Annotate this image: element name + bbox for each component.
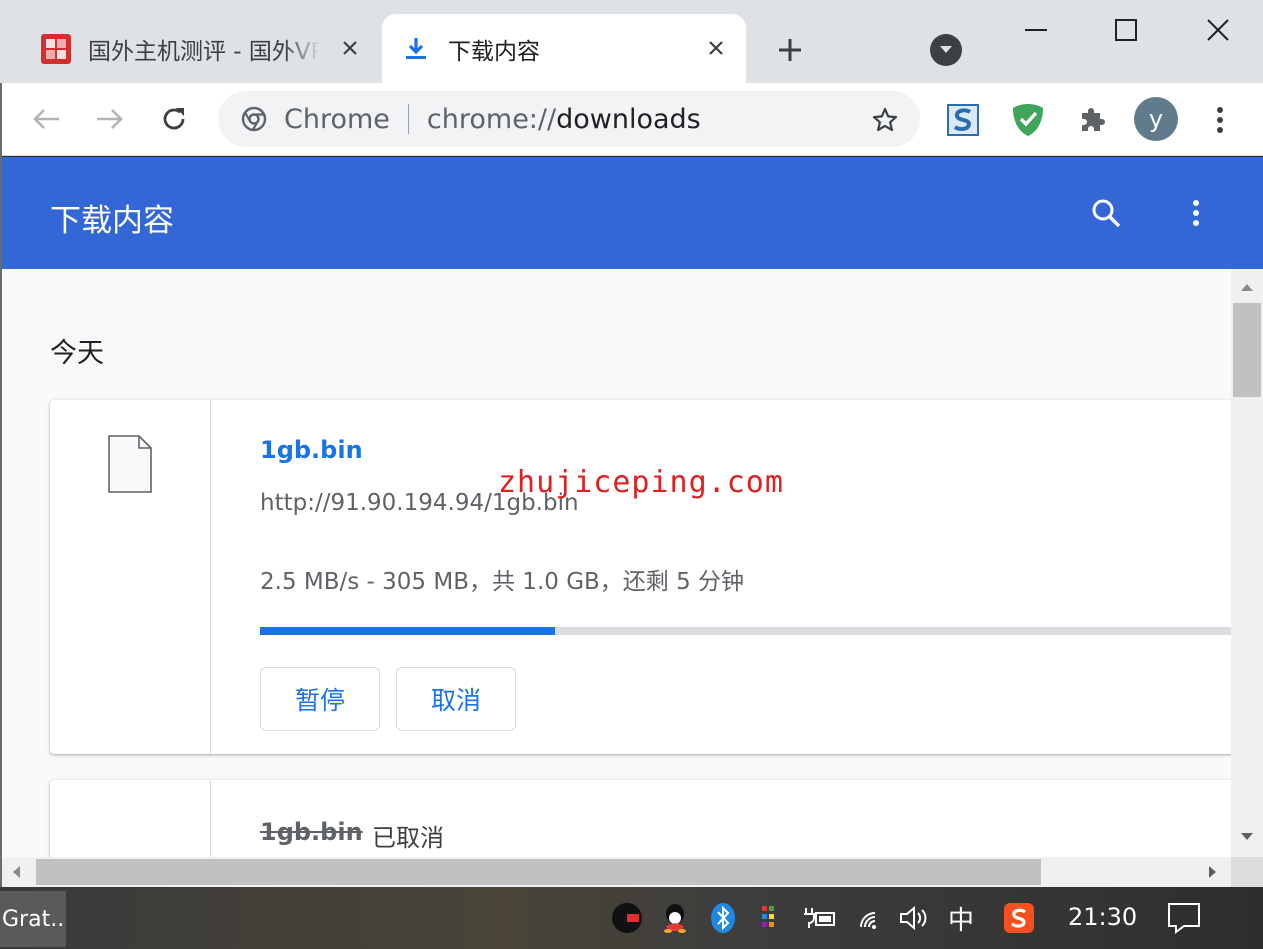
download-icon	[400, 33, 432, 65]
browser-toolbar: Chrome chrome://downloads y	[0, 83, 1263, 156]
omnibox-chip: Chrome	[284, 103, 390, 135]
download-item-canceled: 1gb.bin 已取消	[50, 780, 1231, 857]
back-arrow-icon[interactable]	[28, 101, 64, 137]
taskbar-clock[interactable]: 21:30	[1068, 903, 1137, 931]
downloads-header: 下载内容	[2, 157, 1263, 269]
adguard-shield-icon[interactable]	[1009, 101, 1047, 139]
scroll-left-arrow-icon[interactable]	[8, 864, 24, 880]
browser-menu-kebab-icon[interactable]	[1201, 101, 1239, 139]
bookmark-star-icon[interactable]	[870, 105, 900, 135]
horizontal-scroll-thumb[interactable]	[36, 859, 1041, 885]
download-progress-bar	[260, 627, 1231, 635]
watermark-text: zhujiceping.com	[498, 465, 784, 500]
maximize-icon[interactable]	[1106, 10, 1146, 50]
file-name-canceled: 1gb.bin	[260, 818, 363, 846]
downloads-list: 今天 1gb.bin http://91.90.194.94/1gb.bin 2…	[2, 269, 1231, 857]
tray-ime-indicator[interactable]: 中	[944, 901, 978, 936]
download-item: 1gb.bin http://91.90.194.94/1gb.bin 2.5 …	[50, 400, 1231, 857]
file-name-link[interactable]: 1gb.bin	[260, 436, 363, 464]
tray-bluetooth-icon[interactable]	[706, 901, 740, 935]
tray-sogou-icon[interactable]	[1002, 901, 1036, 935]
notification-center-icon[interactable]	[1166, 901, 1206, 937]
omnibox[interactable]: Chrome chrome://downloads	[218, 91, 920, 147]
new-tab-plus-icon[interactable]	[772, 32, 808, 68]
taskbar-app-button[interactable]: Grat...	[0, 891, 66, 947]
tray-volume-icon[interactable]	[896, 901, 930, 935]
tab-search-chevron-icon[interactable]	[930, 34, 962, 66]
horizontal-scrollbar[interactable]	[2, 857, 1231, 887]
tab-zhujiceping[interactable]: 国外主机测评 - 国外VPS	[22, 14, 380, 83]
tab-close-icon[interactable]	[338, 36, 362, 60]
file-icon	[106, 434, 154, 494]
scroll-right-arrow-icon[interactable]	[1205, 864, 1221, 880]
tray-wifi-icon[interactable]	[856, 901, 890, 935]
tray-power-plug-icon[interactable]	[802, 901, 836, 935]
download-status: 2.5 MB/s - 305 MB，共 1.0 GB，还剩 5 分钟	[260, 569, 745, 595]
profile-avatar[interactable]: y	[1134, 97, 1178, 141]
tray-color-grid-icon[interactable]	[754, 901, 788, 935]
forward-arrow-icon[interactable]	[92, 101, 128, 137]
taskbar: Grat... 中 21:30	[0, 887, 1263, 949]
vertical-scrollbar[interactable]	[1231, 269, 1263, 857]
tab-title: 国外主机测评 - 国外VPS	[88, 38, 320, 65]
progress-fill	[260, 627, 556, 635]
card-divider	[210, 780, 211, 857]
url-path: downloads	[556, 103, 701, 135]
tab-downloads[interactable]: 下载内容	[382, 14, 746, 83]
download-status-canceled: 已取消	[372, 824, 444, 852]
window-close-icon[interactable]	[1198, 10, 1238, 50]
tray-qq-icon[interactable]	[658, 901, 692, 935]
scrollbar-corner	[1231, 857, 1263, 887]
tray-zhuji-icon[interactable]	[610, 901, 644, 935]
scroll-up-arrow-icon[interactable]	[1239, 279, 1255, 295]
date-group-heading: 今天	[50, 338, 104, 369]
pause-button[interactable]: 暂停	[260, 667, 380, 731]
card-divider	[210, 400, 211, 754]
extension-s-icon[interactable]	[944, 101, 982, 139]
tab-title: 下载内容	[448, 38, 540, 65]
minimize-icon[interactable]	[1016, 10, 1056, 50]
omnibox-url: chrome://downloads	[427, 104, 701, 135]
cancel-button[interactable]: 取消	[396, 667, 516, 731]
tab-close-icon[interactable]	[704, 36, 728, 60]
site-favicon-icon	[40, 33, 72, 65]
more-options-kebab-icon[interactable]	[1178, 195, 1214, 231]
page-title: 下载内容	[50, 203, 174, 239]
vertical-scroll-thumb[interactable]	[1233, 303, 1261, 397]
extensions-puzzle-icon[interactable]	[1073, 101, 1111, 139]
chrome-logo-icon	[240, 105, 268, 133]
url-scheme: chrome://	[426, 103, 557, 135]
tab-strip: 国外主机测评 - 国外VPS 下载内容	[0, 0, 1263, 83]
reload-icon[interactable]	[156, 101, 192, 137]
scroll-down-arrow-icon[interactable]	[1239, 829, 1255, 845]
search-icon[interactable]	[1088, 195, 1124, 231]
omnibox-separator	[407, 104, 409, 134]
